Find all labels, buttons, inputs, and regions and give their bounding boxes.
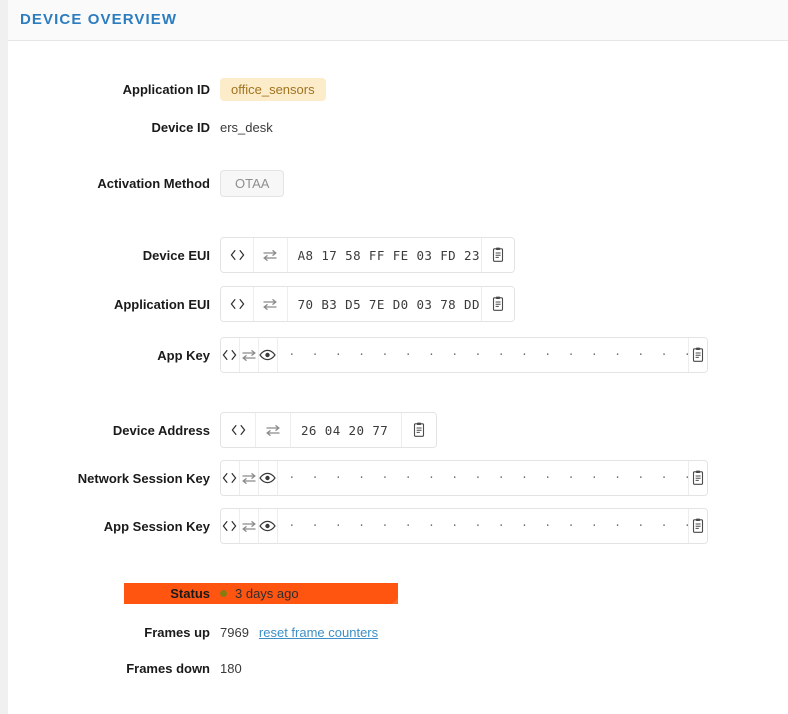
code-brackets-icon [222,472,237,484]
network-session-key-format-toggle-button[interactable] [221,461,240,495]
row-frames-up: Frames up 7969 reset frame counters [8,617,788,647]
device-address-value[interactable]: 26 04 20 77 [291,413,401,447]
swap-arrows-icon [241,349,257,362]
app-key-format-toggle-button[interactable] [221,338,240,372]
label-activation-method: Activation Method [97,175,210,191]
row-device-address: Device Address 26 04 20 77 [8,411,788,449]
label-network-session-key: Network Session Key [77,470,210,486]
application-id-badge[interactable]: office_sensors [220,77,326,101]
row-frames-down: Frames down 180 [8,653,788,683]
app-session-key-copy-button[interactable] [688,509,707,543]
app-key-byte-order-button[interactable] [239,338,259,372]
application-eui-copy-button[interactable] [480,287,514,321]
clipboard-copy-icon [691,518,705,534]
row-application-id: Application ID office_sensors [8,74,788,104]
code-brackets-icon [230,298,245,310]
row-device-id: Device ID ers_desk [8,112,788,142]
app-session-key-value[interactable]: · · · · · · · · · · · · · · · · · · · · … [278,509,688,543]
application-eui-byte-order-button[interactable] [254,287,288,321]
activation-method-badge: OTAA [220,169,285,197]
row-app-key: App Key · · · · · · · · · · · · · · · · … [8,336,788,374]
clipboard-copy-icon [491,296,505,312]
network-session-key-field-group: · · · · · · · · · · · · · · · · · · · · … [220,460,708,496]
status-value: 3 days ago [235,586,299,601]
label-frames-up: Frames up [144,624,210,640]
status-indicator-dot [220,590,227,597]
swap-arrows-icon [265,424,281,437]
device-address-field-group: 26 04 20 77 [220,412,437,448]
left-rail [0,0,8,714]
device-eui-byte-order-button[interactable] [254,238,288,272]
code-brackets-icon [231,424,246,436]
device-address-byte-order-button[interactable] [256,413,291,447]
swap-arrows-icon [262,298,278,311]
network-session-key-reveal-button[interactable] [258,461,278,495]
page-title: DEVICE OVERVIEW [20,11,178,28]
eye-icon [259,520,277,532]
label-application-eui: Application EUI [113,296,210,312]
device-eui-field-group: A8 17 58 FF FE 03 FD 23 [220,237,515,273]
app-key-field-group: · · · · · · · · · · · · · · · · · · · · … [220,337,708,373]
code-brackets-icon [230,249,245,261]
app-session-key-field-group: · · · · · · · · · · · · · · · · · · · · … [220,508,708,544]
frames-down-value: 180 [220,660,242,676]
network-session-key-byte-order-button[interactable] [239,461,259,495]
row-status: Status 3 days ago [8,583,788,604]
swap-arrows-icon [241,520,257,533]
label-app-session-key: App Session Key [103,518,210,534]
swap-arrows-icon [262,249,278,262]
code-brackets-icon [222,520,237,532]
label-application-id: Application ID [122,81,210,97]
row-activation-method: Activation Method OTAA [8,168,788,198]
reset-frame-counters-link[interactable]: reset frame counters [259,625,378,640]
row-application-eui: Application EUI 70 B3 D5 7E D0 03 78 DD [8,285,788,323]
network-session-key-value[interactable]: · · · · · · · · · · · · · · · · · · · · … [278,461,688,495]
label-app-key: App Key [157,347,210,363]
app-session-key-reveal-button[interactable] [258,509,278,543]
eye-icon [259,349,277,361]
app-key-copy-button[interactable] [688,338,707,372]
app-key-value[interactable]: · · · · · · · · · · · · · · · · · · · · … [278,338,688,372]
frames-up-value: 7969 [220,624,249,640]
label-device-address: Device Address [112,422,210,438]
row-network-session-key: Network Session Key · · · · · · · · · · … [8,459,788,497]
device-id-value: ers_desk [220,119,273,135]
clipboard-copy-icon [691,347,705,363]
device-address-format-toggle-button[interactable] [221,413,256,447]
row-app-session-key: App Session Key · · · · · · · · · · · · … [8,507,788,545]
label-device-id: Device ID [151,119,210,135]
clipboard-copy-icon [691,470,705,486]
row-device-eui: Device EUI A8 17 58 FF FE 03 FD 23 [8,236,788,274]
code-brackets-icon [222,349,237,361]
label-frames-down: Frames down [126,660,210,676]
device-address-copy-button[interactable] [401,413,436,447]
panel-header: DEVICE OVERVIEW [8,0,788,41]
label-status: Status [170,586,210,601]
clipboard-copy-icon [491,247,505,263]
device-eui-value[interactable]: A8 17 58 FF FE 03 FD 23 [288,238,481,272]
label-device-eui: Device EUI [142,247,210,263]
eye-icon [259,472,277,484]
device-eui-format-toggle-button[interactable] [221,238,255,272]
application-eui-format-toggle-button[interactable] [221,287,255,321]
app-key-reveal-button[interactable] [258,338,278,372]
clipboard-copy-icon [412,422,426,438]
application-eui-field-group: 70 B3 D5 7E D0 03 78 DD [220,286,515,322]
application-eui-value[interactable]: 70 B3 D5 7E D0 03 78 DD [288,287,481,321]
device-eui-copy-button[interactable] [480,238,514,272]
network-session-key-copy-button[interactable] [688,461,707,495]
app-session-key-byte-order-button[interactable] [239,509,259,543]
swap-arrows-icon [241,472,257,485]
panel-body: Application ID office_sensors Device ID … [8,42,788,714]
app-session-key-format-toggle-button[interactable] [221,509,240,543]
